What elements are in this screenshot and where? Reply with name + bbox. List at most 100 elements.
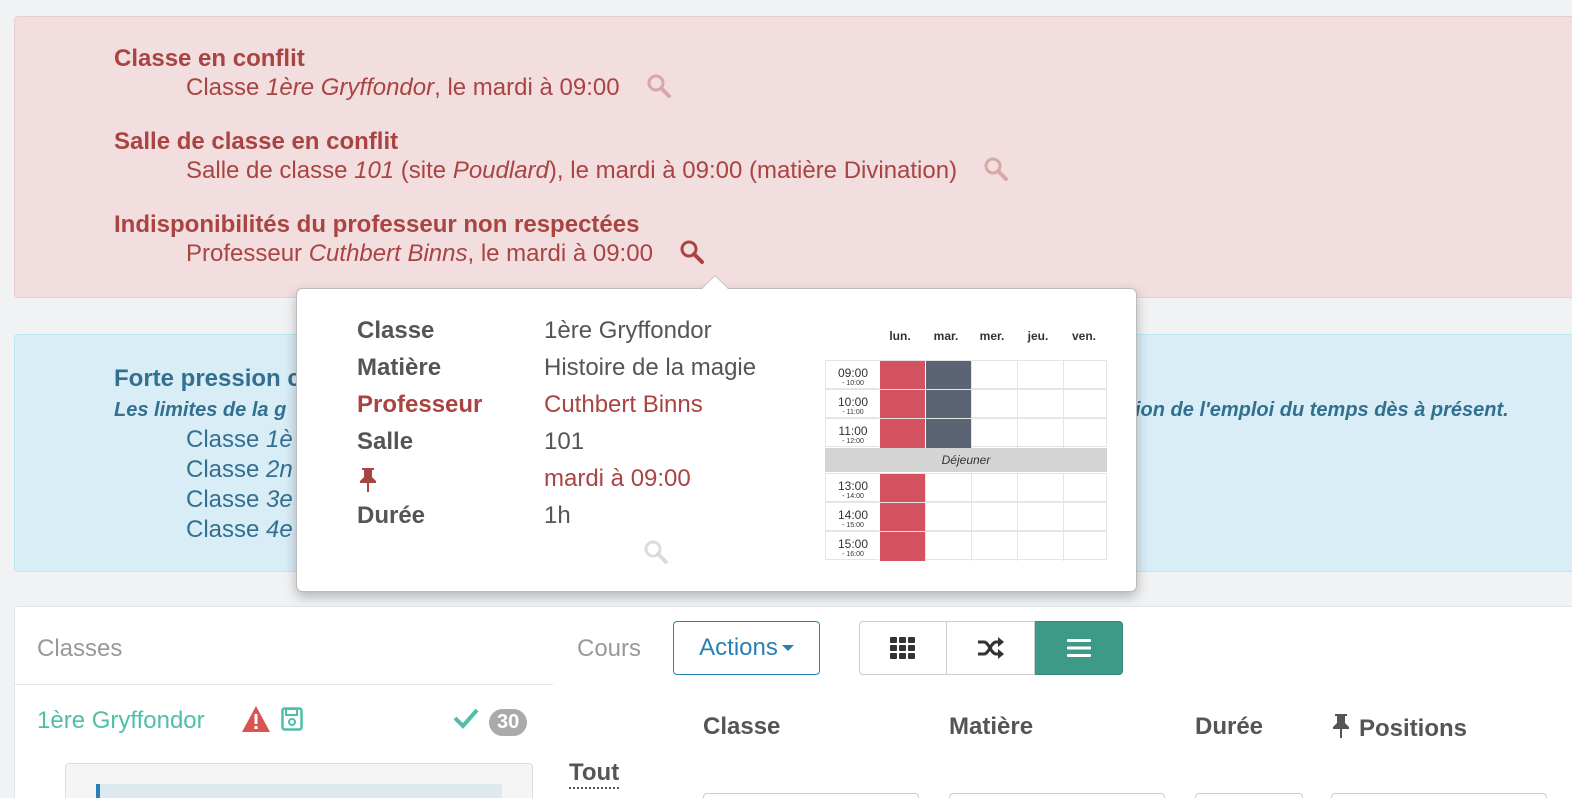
classes-heading: Classes (37, 635, 123, 662)
timeslot-row: 14:00- 15:00 (825, 502, 1109, 532)
shuffle-icon (977, 637, 1004, 659)
caret-down-icon (781, 645, 794, 651)
timeslot-start: 15:00 (837, 537, 869, 551)
timeslot-label: 09:00- 10:00 (826, 361, 880, 390)
day-header: mar. (933, 329, 959, 343)
conflict-detail: Classe 1ère Gryffondor, le mardi à 09:00 (114, 73, 672, 103)
duree-filter-input[interactable] (1195, 793, 1303, 798)
course-slot (879, 532, 925, 561)
conflict-room: Salle de classe en conflit Salle de clas… (114, 128, 1009, 186)
timeslot-label: 15:00- 16:00 (826, 532, 880, 561)
positions-filter-input[interactable] (1331, 793, 1547, 798)
list-item: Classe 2n (186, 456, 293, 483)
timeslot-label: 14:00- 15:00 (826, 503, 880, 532)
day-header: lun. (889, 329, 911, 343)
empty-slot (1063, 390, 1109, 419)
empty-slot (925, 474, 971, 503)
pressure-text-right: ion de l'emploi du temps dès à présent. (1135, 399, 1509, 421)
day-header: jeu. (1027, 329, 1049, 343)
list-item: Classe 4e (186, 516, 293, 543)
conflict-title: Indisponibilités du professeur non respe… (114, 211, 640, 238)
timeslot-end: - 16:00 (842, 551, 864, 558)
conflict-detail: Professeur Cuthbert Binns, le mardi à 09… (114, 239, 705, 269)
column-header-duree[interactable]: Durée (1195, 713, 1263, 741)
timeslot-row: 09:00- 10:00 (825, 360, 1107, 390)
course-slot (925, 390, 971, 419)
course-slot (879, 503, 925, 532)
list-icon (1066, 639, 1091, 657)
course-slot (879, 390, 925, 419)
column-header-classe[interactable]: Classe (703, 713, 780, 741)
search-icon[interactable] (983, 156, 1009, 182)
pin-icon (1333, 714, 1349, 738)
empty-slot (925, 503, 971, 532)
empty-slot (971, 390, 1017, 419)
timeslot-start: 10:00 (837, 395, 869, 409)
count-badge: 30 (489, 709, 528, 736)
class-item-name[interactable]: 1ère Gryffondor (37, 707, 205, 735)
empty-slot (1017, 419, 1063, 448)
empty-slot (1063, 503, 1109, 532)
grid-icon (890, 637, 915, 659)
check-icon (453, 708, 479, 729)
timeslot-end: - 15:00 (842, 522, 864, 529)
conflict-title: Salle de classe en conflit (114, 128, 399, 155)
course-slot (879, 419, 925, 448)
conflict-class: Classe en conflit Classe 1ère Gryffondor… (114, 45, 672, 103)
timeslot-row: 15:00- 16:00 (825, 531, 1109, 561)
timetable-panel: Classes Cours Actions 1ère Gryffondor 30… (14, 606, 1572, 798)
list-view-button[interactable] (1035, 621, 1123, 675)
timeslot-end: - 14:00 (842, 493, 864, 500)
empty-slot (1017, 390, 1063, 419)
timeslot-label: 11:00- 12:00 (826, 419, 880, 448)
empty-slot (1063, 419, 1109, 448)
column-header-matiere[interactable]: Matière (949, 713, 1033, 741)
shuffle-view-button[interactable] (947, 621, 1035, 675)
timeslot-end: - 12:00 (842, 438, 864, 445)
actions-dropdown-button[interactable]: Actions (673, 621, 820, 675)
timeslot-label: 13:00- 14:00 (826, 474, 880, 503)
conflicts-alert: Classe en conflit Classe 1ère Gryffondor… (14, 16, 1572, 298)
column-header-positions[interactable]: Positions (1331, 713, 1467, 743)
empty-slot (1063, 532, 1109, 561)
timeslot-label: 10:00- 11:00 (826, 390, 880, 419)
course-slot (879, 474, 925, 503)
empty-slot (971, 361, 1017, 390)
timeslot-end: - 10:00 (842, 380, 864, 387)
view-toggle-group (859, 621, 1123, 675)
search-icon[interactable] (646, 73, 672, 99)
save-icon[interactable] (281, 707, 303, 731)
classe-filter-input[interactable] (703, 793, 919, 798)
course-slot (925, 419, 971, 448)
grid-view-button[interactable] (859, 621, 947, 675)
day-header: ven. (1071, 329, 1096, 343)
pin-icon (360, 468, 376, 492)
lunch-break: Déjeuner (825, 448, 1107, 472)
empty-slot (971, 419, 1017, 448)
timeslot-start: 13:00 (837, 479, 869, 493)
conflict-detail: Salle de classe 101 (site Poudlard), le … (114, 156, 1009, 186)
conflict-title: Classe en conflit (114, 45, 305, 72)
empty-slot (971, 474, 1017, 503)
timeslot-start: 09:00 (837, 366, 869, 380)
pressure-class-list: Classe 1è Classe 2n Classe 3e Classe 4e (186, 425, 293, 545)
list-item: Classe 3e (186, 486, 293, 513)
conflict-teacher: Indisponibilités du professeur non respe… (114, 211, 705, 269)
filter-all-link[interactable]: Tout (569, 759, 620, 789)
cours-heading: Cours (577, 635, 642, 662)
empty-slot (925, 532, 971, 561)
timeslot-start: 11:00 (838, 424, 868, 438)
empty-slot (1017, 503, 1063, 532)
matiere-filter-input[interactable] (949, 793, 1165, 798)
list-item: Classe 1è (186, 426, 293, 453)
course-slot (925, 361, 971, 390)
empty-slot (1017, 532, 1063, 561)
day-header: mer. (979, 329, 1005, 343)
empty-slot (1017, 474, 1063, 503)
search-icon[interactable] (643, 539, 669, 565)
search-icon[interactable] (679, 239, 705, 265)
popover-arrow (701, 275, 729, 289)
empty-slot (1017, 361, 1063, 390)
timeslot-row: 11:00- 12:00 (825, 418, 1109, 448)
timeslot-end: - 11:00 (842, 409, 864, 416)
